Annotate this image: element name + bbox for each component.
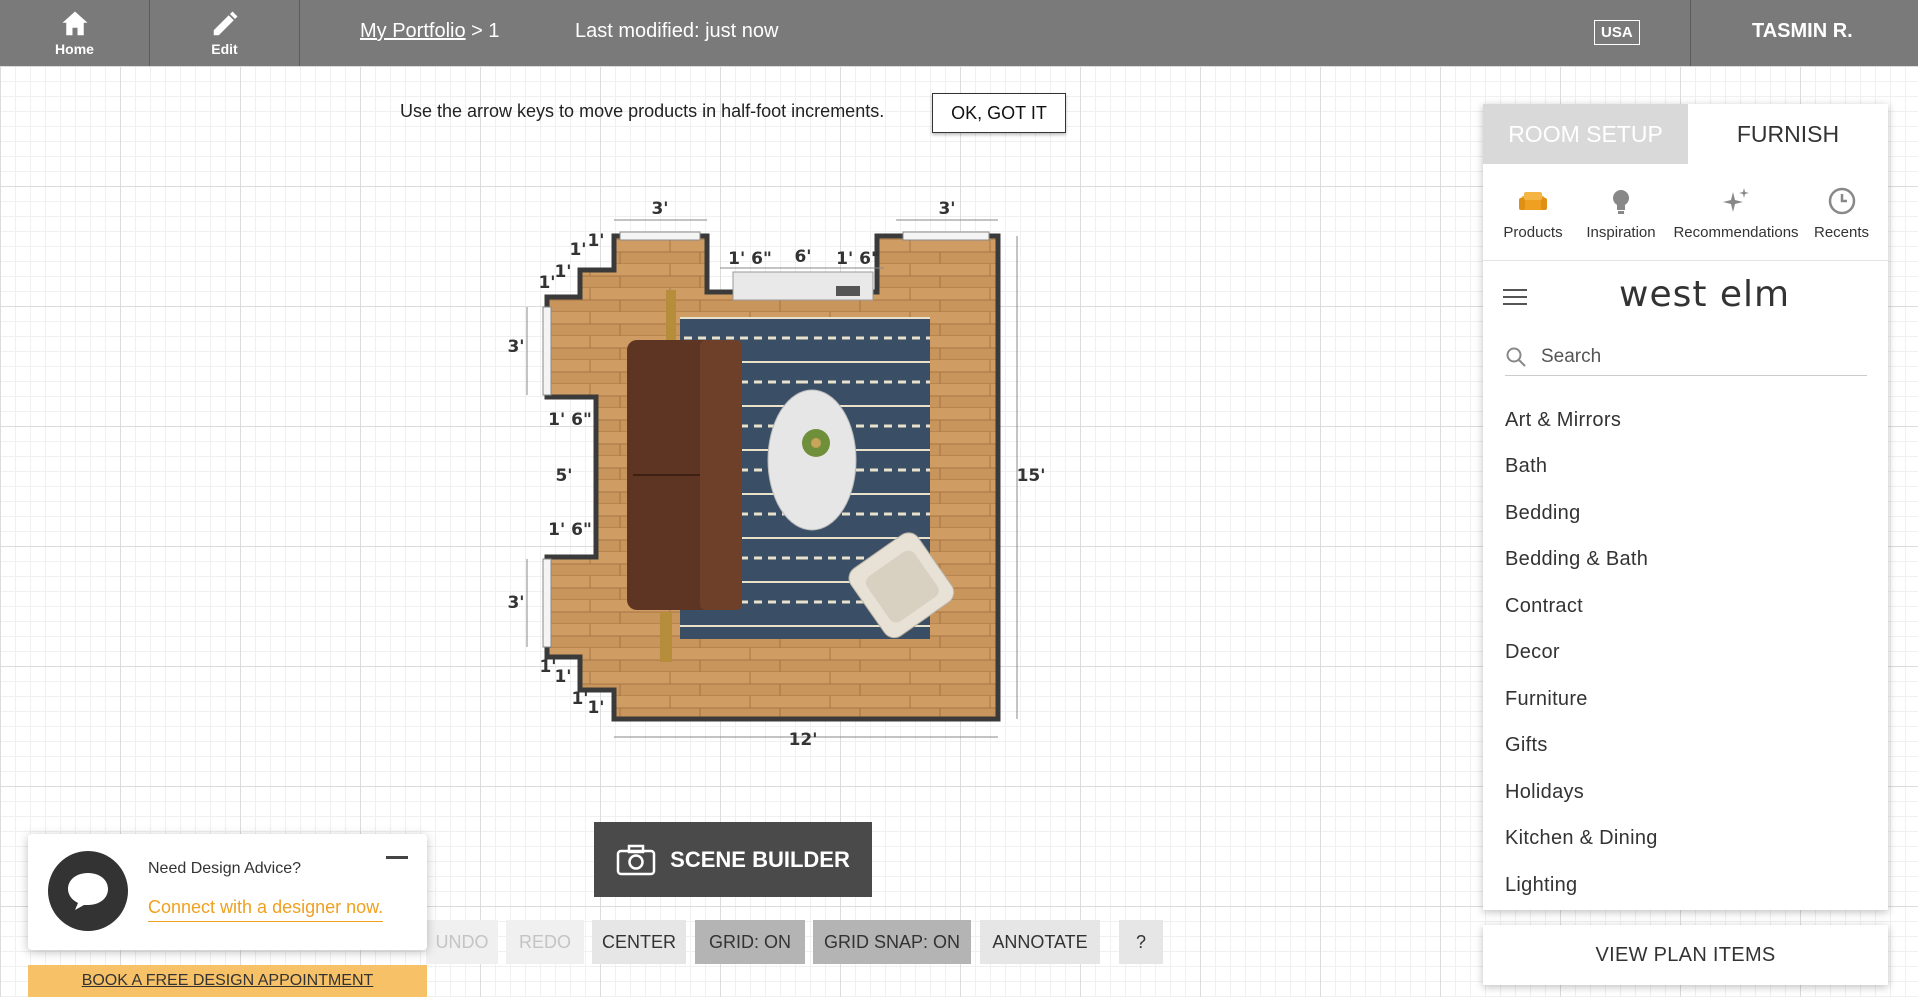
user-name[interactable]: TASMIN R.	[1752, 20, 1853, 43]
menu-item-decor[interactable]: Decor	[1505, 630, 1658, 677]
clock-icon	[1828, 187, 1855, 215]
window-left-top	[542, 306, 552, 396]
menu-item-contract[interactable]: Contract	[1505, 583, 1658, 630]
scene-builder-label: SCENE BUILDER	[670, 846, 850, 872]
view-plan-items-button[interactable]: VIEW PLAN ITEMS	[1483, 925, 1888, 985]
last-modified-text: Last modified: just now	[575, 20, 779, 42]
camera-icon	[616, 844, 656, 875]
home-icon	[62, 11, 87, 36]
annotate-button[interactable]: ANNOTATE	[980, 920, 1100, 964]
dim-right-height: 15'	[1017, 466, 1046, 486]
menu-item-kitchen-dining[interactable]: Kitchen & Dining	[1505, 816, 1658, 863]
breadcrumb: My Portfolio > 1	[360, 20, 500, 43]
chat-bubble-icon[interactable]	[48, 851, 128, 931]
help-button[interactable]: ?	[1119, 920, 1163, 964]
search-icon	[1506, 347, 1526, 367]
dim-fireplace-mid: 6'	[794, 247, 811, 267]
dim-corner-d2: 1'	[587, 698, 604, 718]
category-inspiration[interactable]: Inspiration	[1571, 186, 1671, 241]
undo-button[interactable]: UNDO	[426, 920, 498, 964]
dim-left-mid: 5'	[555, 466, 572, 486]
connect-designer-link[interactable]: Connect with a designer now.	[148, 897, 384, 922]
search-input[interactable]	[1541, 345, 1841, 368]
center-button[interactable]: CENTER	[592, 920, 686, 964]
menu-item-furniture[interactable]: Furniture	[1505, 676, 1658, 723]
dim-left-window-bottom: 3'	[507, 593, 524, 613]
tab-room-setup[interactable]: ROOM SETUP	[1483, 104, 1688, 164]
furnish-panel: ROOM SETUP FURNISH Products Inspiration …	[1483, 104, 1888, 910]
dim-left-seg-2: 1' 6"	[548, 520, 592, 540]
category-recents-label: Recents	[1813, 224, 1870, 241]
top-bar: Home Edit My Portfolio > 1 Last modified…	[0, 0, 1918, 66]
edit-label: Edit	[211, 41, 238, 57]
hamburger-menu-icon[interactable]	[1503, 289, 1527, 310]
dim-fireplace-left: 1' 6"	[728, 249, 772, 269]
dim-top-left-window: 3'	[651, 199, 668, 219]
menu-item-holidays[interactable]: Holidays	[1505, 769, 1658, 816]
category-inspiration-label: Inspiration	[1586, 224, 1656, 241]
design-advice-widget: Need Design Advice? Connect with a desig…	[28, 834, 427, 950]
ok-got-it-button[interactable]: OK, GOT IT	[932, 93, 1066, 133]
sparkle-icon	[1723, 188, 1749, 212]
dim-left-seg-1: 1' 6"	[548, 410, 592, 430]
grid-snap-toggle[interactable]: GRID SNAP: ON	[813, 920, 971, 964]
breadcrumb-current: > 1	[465, 20, 500, 42]
book-appointment-link[interactable]: BOOK A FREE DESIGN APPOINTMENT	[28, 965, 427, 997]
dim-bottom-width: 12'	[789, 730, 818, 750]
panel-divider	[1483, 260, 1888, 261]
floor-plan[interactable]: 3' 3' 1' 6" 6' 1' 6" 1' 1' 1' 1' 3' 1' 6…	[500, 190, 1060, 760]
dim-corner-c2: 1'	[554, 667, 571, 687]
brand-logo: west elm	[1619, 274, 1791, 315]
menu-item-art-mirrors[interactable]: Art & Mirrors	[1505, 397, 1658, 444]
category-menu: Art & Mirrors Bath Bedding Bedding & Bat…	[1505, 397, 1658, 909]
search-bar	[1505, 338, 1867, 376]
category-products-label: Products	[1503, 224, 1563, 241]
menu-item-bath[interactable]: Bath	[1505, 444, 1658, 491]
window-top-left	[619, 231, 701, 241]
coffee-table	[767, 389, 857, 531]
edit-button[interactable]: Edit	[150, 0, 300, 66]
tab-furnish[interactable]: FURNISH	[1688, 104, 1888, 164]
category-recommendations[interactable]: Recommendations	[1661, 186, 1811, 241]
dim-corner-a1: 1'	[569, 240, 586, 260]
scene-builder-button[interactable]: SCENE BUILDER	[594, 822, 872, 897]
grid-toggle[interactable]: GRID: ON	[695, 920, 805, 964]
breadcrumb-portfolio-link[interactable]: My Portfolio	[360, 20, 466, 42]
home-label: Home	[55, 41, 94, 57]
window-left-bottom	[542, 558, 552, 648]
window-top-right	[902, 231, 990, 241]
dim-left-window-top: 3'	[507, 337, 524, 357]
dim-corner-b1: 1'	[538, 273, 555, 293]
sofa-icon	[1519, 192, 1547, 210]
menu-item-lighting[interactable]: Lighting	[1505, 862, 1658, 909]
dim-corner-a2: 1'	[587, 231, 604, 251]
category-products[interactable]: Products	[1483, 186, 1583, 241]
home-button[interactable]: Home	[0, 0, 150, 66]
minimize-icon[interactable]	[386, 856, 408, 859]
menu-item-bedding-bath[interactable]: Bedding & Bath	[1505, 537, 1658, 584]
user-divider	[1690, 0, 1691, 66]
country-badge[interactable]: USA	[1594, 20, 1640, 45]
dim-fireplace-right: 1' 6"	[836, 249, 880, 269]
category-recommendations-label: Recommendations	[1673, 224, 1799, 241]
lightbulb-icon	[1613, 190, 1629, 214]
tip-text: Use the arrow keys to move products in h…	[400, 101, 885, 121]
pencil-icon	[213, 11, 237, 36]
category-recents[interactable]: Recents	[1794, 186, 1889, 241]
chat-title: Need Design Advice?	[148, 860, 301, 877]
redo-button[interactable]: REDO	[506, 920, 584, 964]
menu-item-bedding[interactable]: Bedding	[1505, 490, 1658, 537]
menu-item-gifts[interactable]: Gifts	[1505, 723, 1658, 770]
dim-corner-b2: 1'	[554, 262, 571, 282]
dim-top-right-window: 3'	[938, 199, 955, 219]
dim-corner-d1: 1'	[571, 689, 588, 709]
